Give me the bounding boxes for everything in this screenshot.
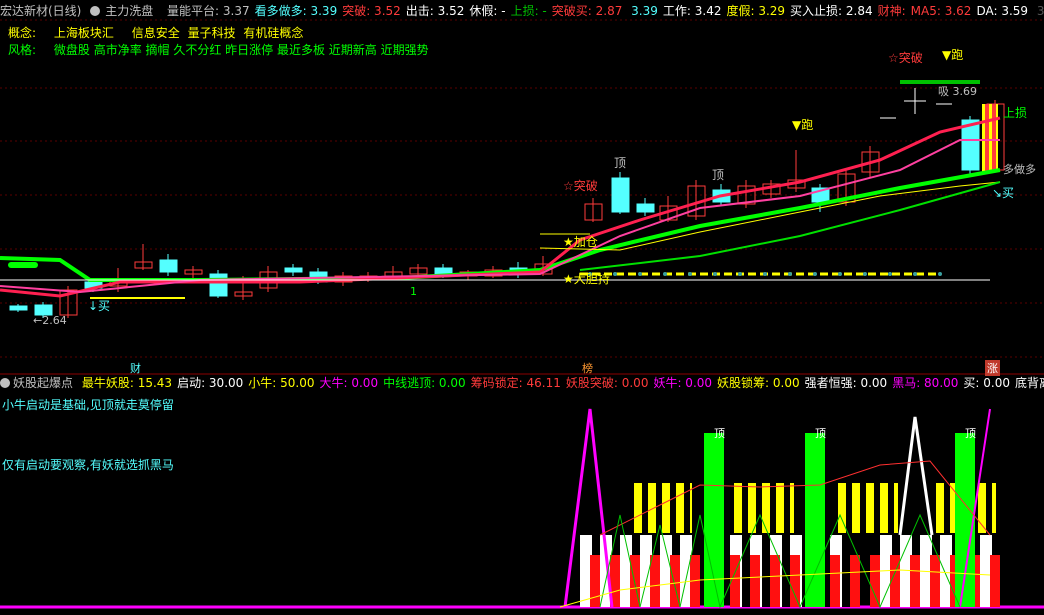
stop-loss-label: 上损: [1003, 106, 1028, 120]
top-label: 顶: [965, 427, 976, 440]
candle-body: [611, 177, 630, 213]
hold-dot: [788, 272, 792, 276]
candle-body: [284, 267, 303, 273]
ma-line: [0, 168, 1001, 282]
bar: [930, 555, 940, 607]
bar-stripe: [782, 535, 790, 607]
bar: [590, 555, 600, 607]
bar-stripe: [860, 483, 866, 533]
candle-body: [209, 273, 228, 297]
hold-dot: [688, 272, 692, 276]
high-price-label: 吸 3.69: [938, 85, 977, 98]
bar: [770, 555, 780, 607]
low-price-label: ←2.64: [33, 314, 67, 327]
sub-indicator-chart[interactable]: [0, 375, 1044, 615]
bar-stripe: [742, 483, 748, 533]
hold-dot: [938, 272, 942, 276]
candle-body: [985, 104, 989, 172]
bar-stripe: [944, 483, 950, 533]
bar-stripe: [642, 483, 648, 533]
bar-stripe: [742, 535, 750, 607]
long-label: 多做多: [1003, 163, 1036, 176]
top-label: 顶: [712, 168, 725, 182]
spike-line: [898, 416, 934, 536]
buy-label: ↘买: [992, 186, 1015, 200]
bar: [850, 555, 860, 607]
ma-line: [0, 116, 1001, 298]
bar-stripe: [888, 483, 894, 533]
ranking-marker[interactable]: 榜: [582, 360, 593, 376]
bar: [650, 555, 660, 607]
hold-dot: [738, 272, 742, 276]
run-label: ▼跑: [792, 118, 814, 132]
marker-label: 1: [410, 285, 417, 298]
hold-label: ★大胆持: [563, 272, 610, 286]
add-position-label: ★加仓: [563, 235, 598, 249]
candle-body: [9, 305, 28, 311]
bar-stripe: [846, 483, 852, 533]
hold-dot: [813, 272, 817, 276]
hold-dot: [913, 272, 917, 276]
bar: [955, 433, 975, 607]
flag-mark: [8, 262, 38, 268]
hold-dot: [613, 272, 617, 276]
ma-line: [0, 139, 1000, 294]
run-label: ▼跑: [942, 48, 964, 62]
bar: [805, 433, 825, 607]
finance-marker[interactable]: 财: [130, 360, 141, 376]
top-label: 顶: [815, 427, 826, 440]
bar: [870, 555, 880, 607]
breakout-label: ☆突破: [888, 51, 923, 65]
bar-stripe: [756, 483, 762, 533]
hold-dot: [888, 272, 892, 276]
bar-stripe: [986, 483, 992, 533]
bar-stripe: [770, 483, 776, 533]
breakout-label: ☆突破: [563, 179, 598, 193]
bar-stripe: [762, 535, 770, 607]
hold-dot: [838, 272, 842, 276]
ma-line: [539, 181, 1001, 251]
buy-label: ↓买: [88, 299, 111, 313]
bar: [750, 555, 760, 607]
candle-body: [159, 259, 178, 273]
hold-dot: [663, 272, 667, 276]
candle-body: [992, 104, 996, 172]
bar: [990, 555, 1000, 607]
hold-dot: [638, 272, 642, 276]
bar-stripe: [784, 483, 790, 533]
top-label: 顶: [614, 156, 627, 170]
candle-body: [636, 203, 655, 213]
bar-stripe: [670, 483, 676, 533]
hold-dot: [863, 272, 867, 276]
bar-stripe: [842, 535, 850, 607]
bar: [790, 555, 800, 607]
bar-stripe: [656, 483, 662, 533]
bar-stripe: [874, 483, 880, 533]
bar: [910, 555, 920, 607]
hold-dot: [763, 272, 767, 276]
hold-dot: [713, 272, 717, 276]
bar: [830, 555, 840, 607]
top-label: 顶: [714, 427, 725, 440]
rise-marker[interactable]: 涨: [985, 360, 1000, 376]
